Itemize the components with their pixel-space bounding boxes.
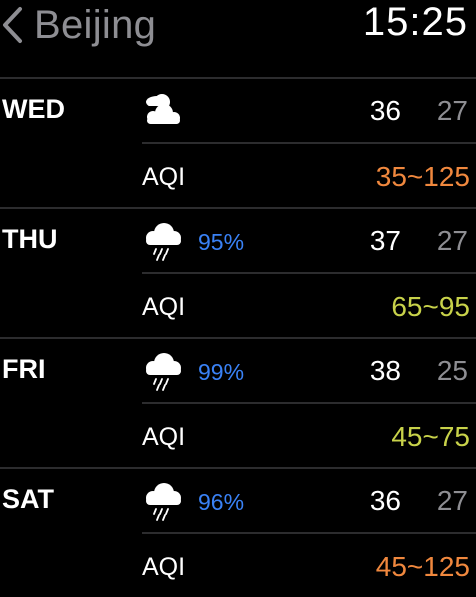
forecast-day-row: THU 95% 37 27 AQI 65~95: [0, 207, 476, 337]
row-sub-divider: [142, 142, 476, 144]
forecast-day-row: FRI 99% 38 25 AQI 45~75: [0, 337, 476, 467]
rain-cloud-icon: [146, 483, 181, 521]
temp-high: 38: [369, 355, 401, 386]
aqi-label: AQI: [142, 423, 186, 451]
aqi-label: AQI: [142, 293, 186, 321]
row-divider: [0, 337, 476, 339]
partly-cloudy-icon: [146, 94, 182, 124]
precipitation-chance: 95%: [198, 229, 245, 255]
rain-cloud-icon: [146, 353, 181, 391]
day-name: SAT: [2, 484, 54, 514]
temp-low: 25: [436, 355, 468, 386]
header-bar: Beijing 15:25: [0, 0, 476, 62]
aqi-value: 65~95: [391, 291, 470, 322]
temp-low: 27: [436, 225, 468, 256]
temp-low: 27: [436, 485, 468, 516]
temp-high: 36: [369, 485, 401, 516]
row-divider: [0, 207, 476, 209]
aqi-value: 45~125: [375, 551, 470, 582]
chevron-left-icon: [3, 7, 22, 43]
forecast-day-row: SAT 96% 36 27 AQI 45~125: [0, 467, 476, 597]
clock-time: 15:25: [362, 0, 468, 44]
city-name: Beijing: [34, 3, 157, 47]
back-button[interactable]: Beijing: [0, 0, 156, 50]
day-name: THU: [2, 224, 58, 254]
row-divider: [0, 77, 476, 79]
day-name: WED: [2, 94, 65, 124]
aqi-label: AQI: [142, 163, 186, 191]
temp-high: 36: [369, 95, 401, 126]
forecast-day-row: WED 36 27 AQI 35~125: [0, 77, 476, 207]
temp-high: 37: [369, 225, 401, 256]
temp-low: 27: [436, 95, 468, 126]
row-divider: [0, 467, 476, 469]
rain-cloud-icon: [146, 223, 181, 261]
day-name: FRI: [2, 354, 46, 384]
row-sub-divider: [142, 532, 476, 534]
precipitation-chance: 99%: [198, 359, 245, 385]
precipitation-chance: 96%: [198, 489, 245, 515]
aqi-label: AQI: [142, 553, 186, 581]
aqi-value: 35~125: [375, 161, 470, 192]
row-sub-divider: [142, 402, 476, 404]
row-sub-divider: [142, 272, 476, 274]
aqi-value: 45~75: [391, 421, 470, 452]
